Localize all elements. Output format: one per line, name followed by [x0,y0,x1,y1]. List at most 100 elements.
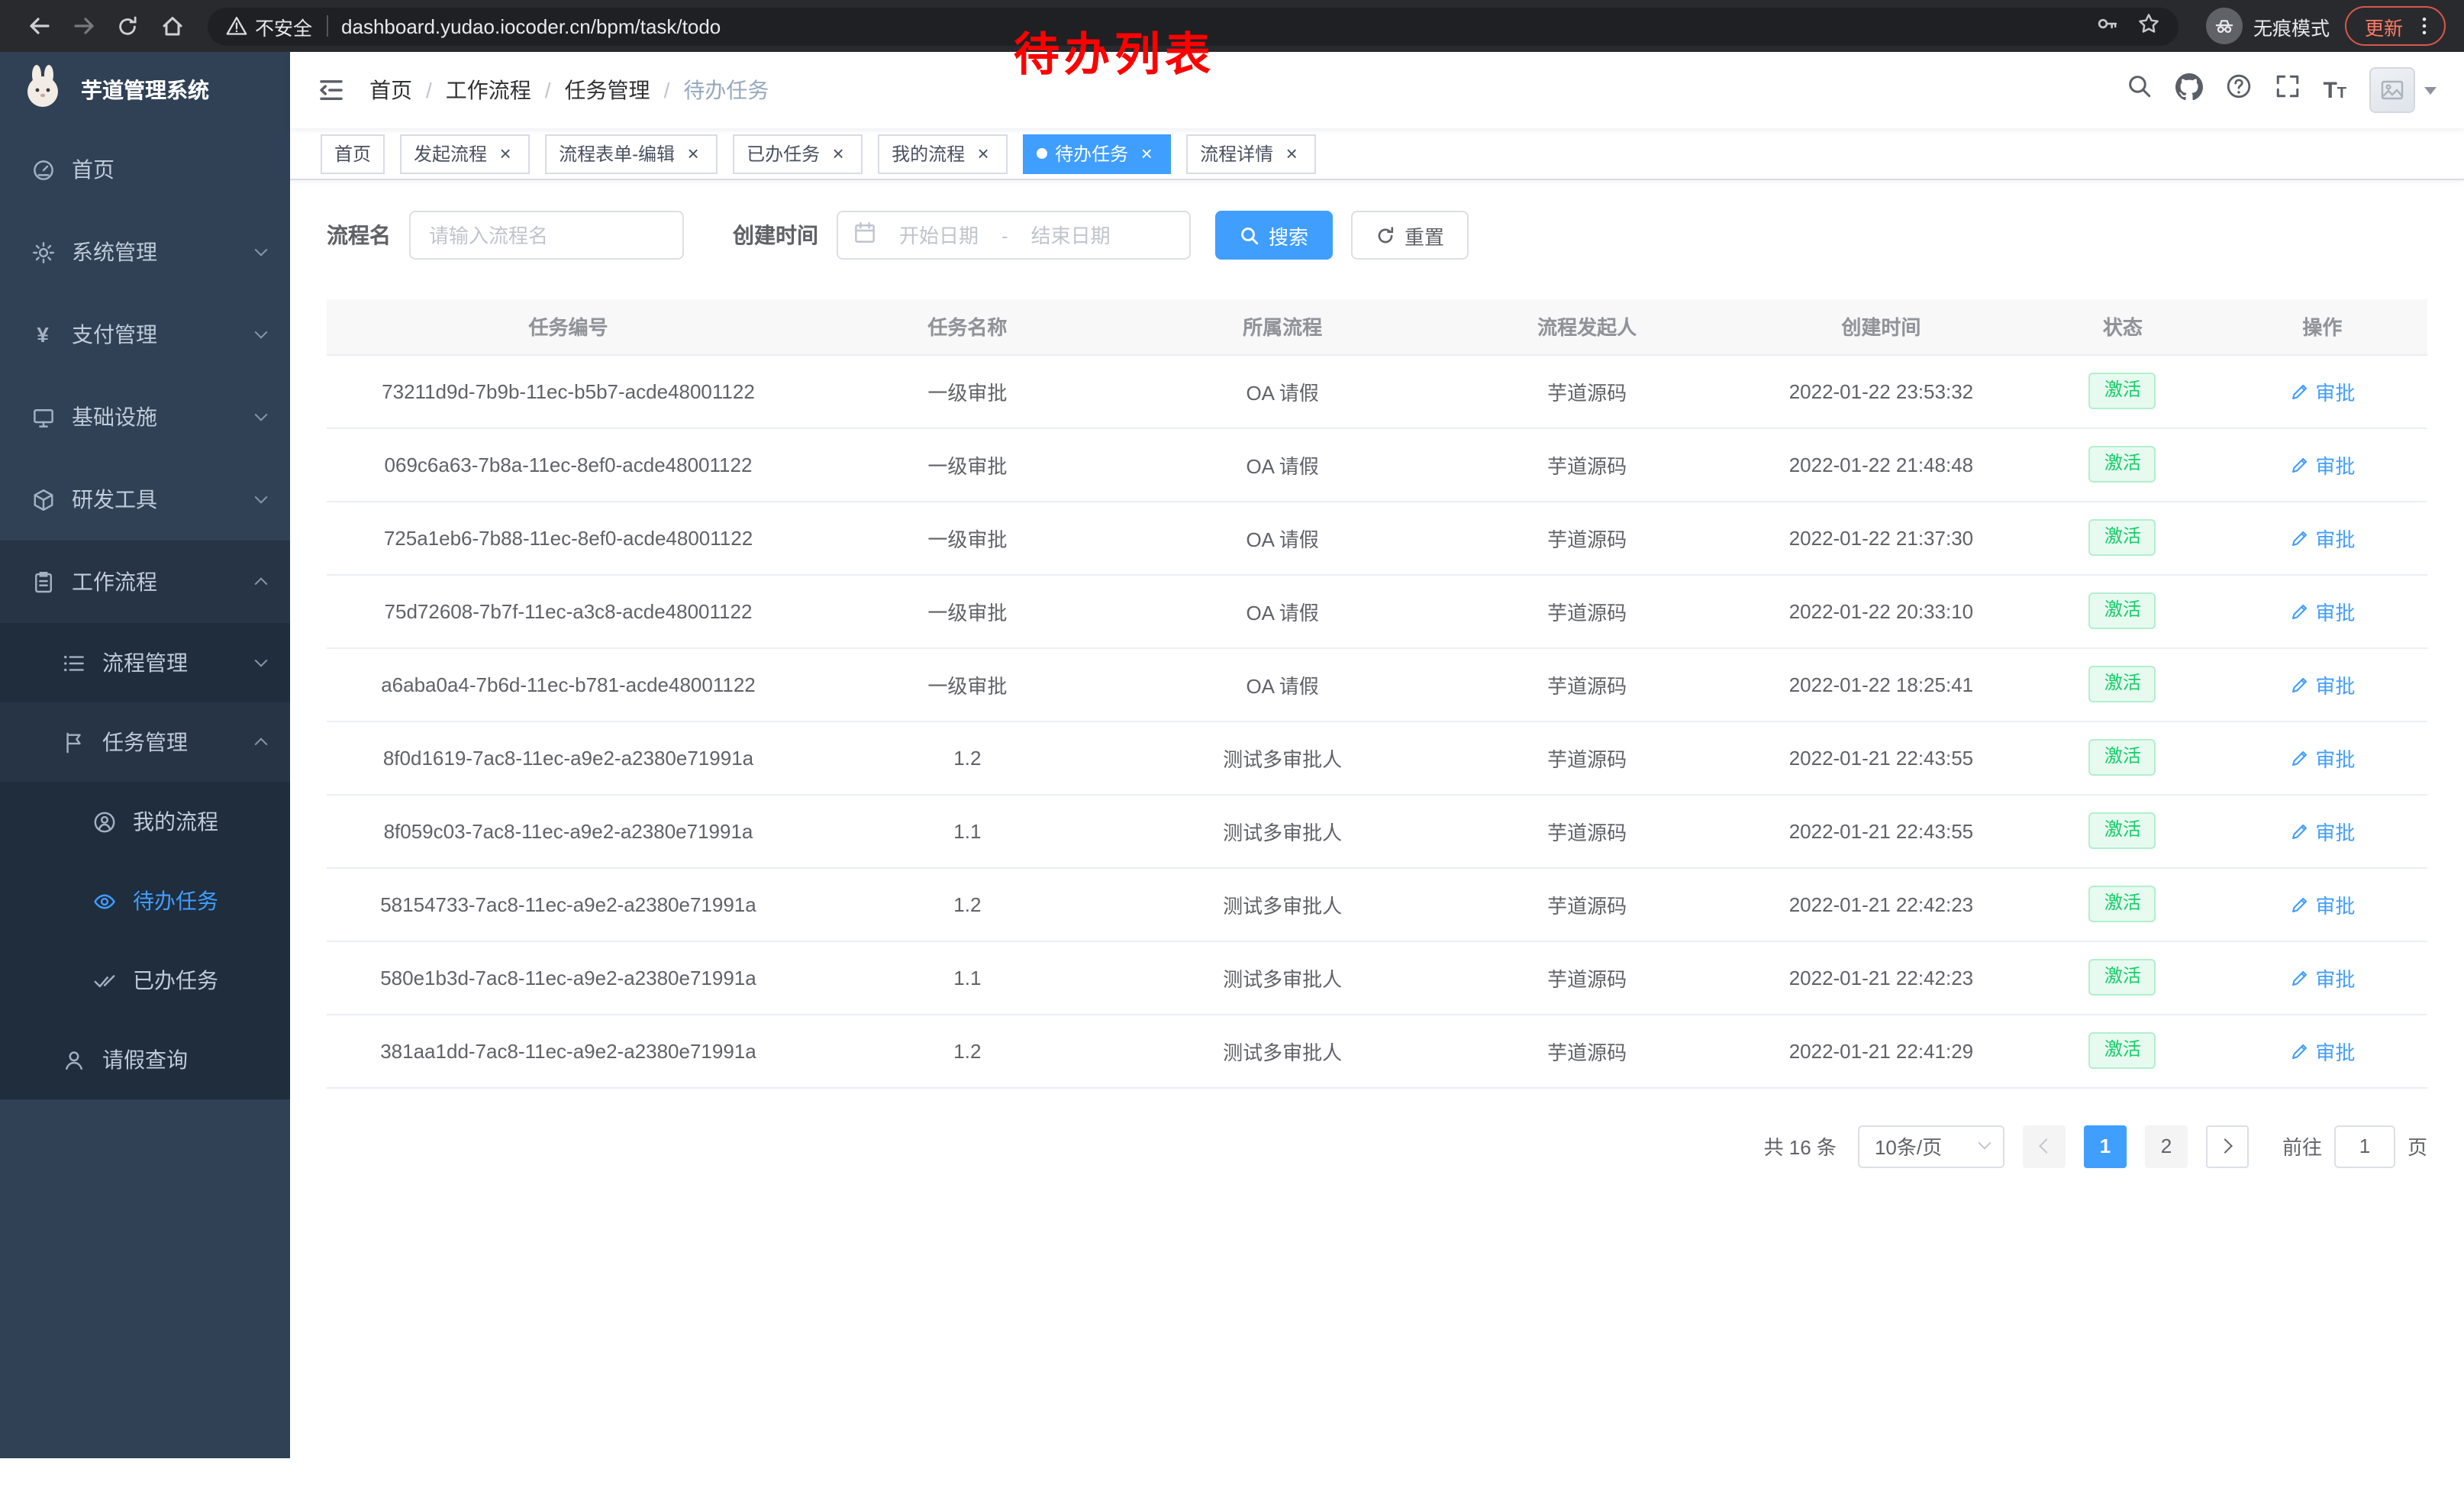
github-icon[interactable] [2175,73,2202,108]
kebab-menu-icon[interactable] [2414,15,2435,37]
close-icon[interactable]: × [1281,143,1302,164]
font-size-icon[interactable]: TT [2323,79,2346,102]
back-icon [27,14,51,38]
approve-button[interactable]: 审批 [2289,743,2355,772]
sidebar-item-task[interactable]: 任务管理 [0,702,290,782]
search-button[interactable]: 搜索 [1215,211,1333,260]
cell-process: 测试多审批人 [1125,794,1440,867]
cell-created: 2022-01-22 23:53:32 [1734,354,2028,428]
approve-button[interactable]: 审批 [2289,376,2355,405]
fullscreen-icon[interactable] [2274,73,2300,107]
app-logo[interactable]: 芋道管理系统 [0,52,290,128]
breadcrumb-bpm[interactable]: 工作流程 [446,75,531,105]
breadcrumb-task[interactable]: 任务管理 [565,75,650,105]
cell-task-id: 75d72608-7b7f-11ec-a3c8-acde48001122 [327,574,810,647]
browser-chrome: 不安全 dashboard.yudao.iocoder.cn/bpm/task/… [0,0,2464,52]
table-row: 381aa1dd-7ac8-11ec-a9e2-a2380e71991a 1.2… [327,1014,2427,1087]
tab-label: 流程详情 [1200,140,1273,166]
sidebar-item-system[interactable]: 系统管理 [0,211,290,293]
edit-pen-icon [2289,894,2309,914]
page-size-select[interactable]: 10条/页 [1858,1125,2004,1167]
sidebar-item-model[interactable]: 流程管理 [0,623,290,702]
tab-done-tasks[interactable]: 已办任务 × [733,134,863,173]
cell-starter: 芋道源码 [1440,501,1734,574]
approve-button[interactable]: 审批 [2289,596,2355,625]
page-button-1[interactable]: 1 [2084,1125,2127,1167]
approve-button[interactable]: 审批 [2289,450,2355,479]
tab-form-edit[interactable]: 流程表单-编辑 × [545,134,718,173]
close-icon[interactable]: × [682,143,704,164]
approve-button[interactable]: 审批 [2289,889,2355,918]
goto-page-input[interactable] [2334,1125,2395,1167]
edit-pen-icon [2289,601,2309,621]
cell-task-name: 1.2 [810,867,1125,941]
tab-start-process[interactable]: 发起流程 × [400,134,530,173]
approve-button[interactable]: 审批 [2289,816,2355,845]
breadcrumb-home[interactable]: 首页 [369,75,412,105]
reset-button[interactable]: 重置 [1351,211,1469,260]
security-label[interactable]: 不安全 [255,11,312,40]
table-row: 725a1eb6-7b88-11ec-8ef0-acde48001122 一级审… [327,501,2427,574]
back-button[interactable] [18,5,60,47]
approve-button[interactable]: 审批 [2289,963,2355,992]
tab-label: 发起流程 [414,140,487,166]
process-name-input[interactable] [409,211,684,260]
tab-home[interactable]: 首页 [321,134,385,173]
avatar[interactable] [2369,67,2415,113]
start-date-input[interactable] [882,224,995,247]
cell-starter: 芋道源码 [1440,1014,1734,1087]
end-date-input[interactable] [1014,224,1127,247]
close-icon[interactable]: × [827,143,849,164]
cell-task-name: 一级审批 [810,354,1125,428]
tab-todo-tasks[interactable]: 待办任务 × [1023,134,1171,173]
close-icon[interactable]: × [495,143,516,164]
close-icon[interactable]: × [972,143,994,164]
sidebar-item-my-process[interactable]: 我的流程 [0,782,290,861]
hamburger-icon[interactable] [318,76,345,104]
next-page-button[interactable] [2206,1125,2249,1167]
tab-my-process[interactable]: 我的流程 × [878,134,1008,173]
edit-pen-icon [2289,381,2309,401]
approve-button[interactable]: 审批 [2289,670,2355,699]
sidebar-item-home[interactable]: 首页 [0,128,290,211]
approve-button[interactable]: 审批 [2289,523,2355,552]
cell-process: OA 请假 [1125,428,1440,501]
page-button-2[interactable]: 2 [2145,1125,2188,1167]
prev-page-button[interactable] [2023,1125,2066,1167]
sidebar-item-leave[interactable]: 请假查询 [0,1020,290,1099]
sidebar-item-todo[interactable]: 待办任务 [0,861,290,941]
tags-view: 首页 发起流程 × 流程表单-编辑 × 已办任务 × 我的流程 × [290,128,2464,180]
sidebar-item-label: 首页 [72,154,114,185]
key-icon[interactable] [2096,12,2119,40]
sidebar-item-pay[interactable]: ¥ 支付管理 [0,293,290,376]
sidebar-item-label: 基础设施 [72,402,157,432]
approve-button[interactable]: 审批 [2289,1036,2355,1065]
close-icon[interactable]: × [1136,143,1157,164]
help-icon[interactable] [2225,73,2251,107]
status-badge: 激活 [2089,592,2156,628]
update-button[interactable]: 更新 [2345,6,2446,46]
cell-task-name: 1.2 [810,1014,1125,1087]
sidebar-item-done[interactable]: 已办任务 [0,941,290,1020]
cell-created: 2022-01-22 21:48:48 [1734,428,2028,501]
cell-process: OA 请假 [1125,501,1440,574]
date-range-picker[interactable]: - [837,211,1191,260]
table-row: 75d72608-7b7f-11ec-a3c8-acde48001122 一级审… [327,574,2427,647]
cell-created: 2022-01-21 22:41:29 [1734,1014,2028,1087]
forward-button[interactable] [63,5,104,47]
tab-label: 已办任务 [747,140,820,166]
user-menu[interactable] [2369,67,2437,113]
forward-icon [71,14,95,38]
sidebar-item-bpm[interactable]: 工作流程 [0,541,290,623]
col-actions: 操作 [2217,299,2427,354]
cell-created: 2022-01-21 22:43:55 [1734,794,2028,867]
tab-process-detail[interactable]: 流程详情 × [1186,134,1316,173]
sidebar-item-infra[interactable]: 基础设施 [0,376,290,458]
reload-button[interactable] [107,5,148,47]
search-icon[interactable] [2126,73,2152,107]
cell-process: OA 请假 [1125,647,1440,721]
home-button[interactable] [151,5,192,47]
bookmark-star-icon[interactable] [2137,12,2160,40]
chevron-left-icon [2039,1138,2054,1154]
sidebar-item-tool[interactable]: 研发工具 [0,458,290,541]
